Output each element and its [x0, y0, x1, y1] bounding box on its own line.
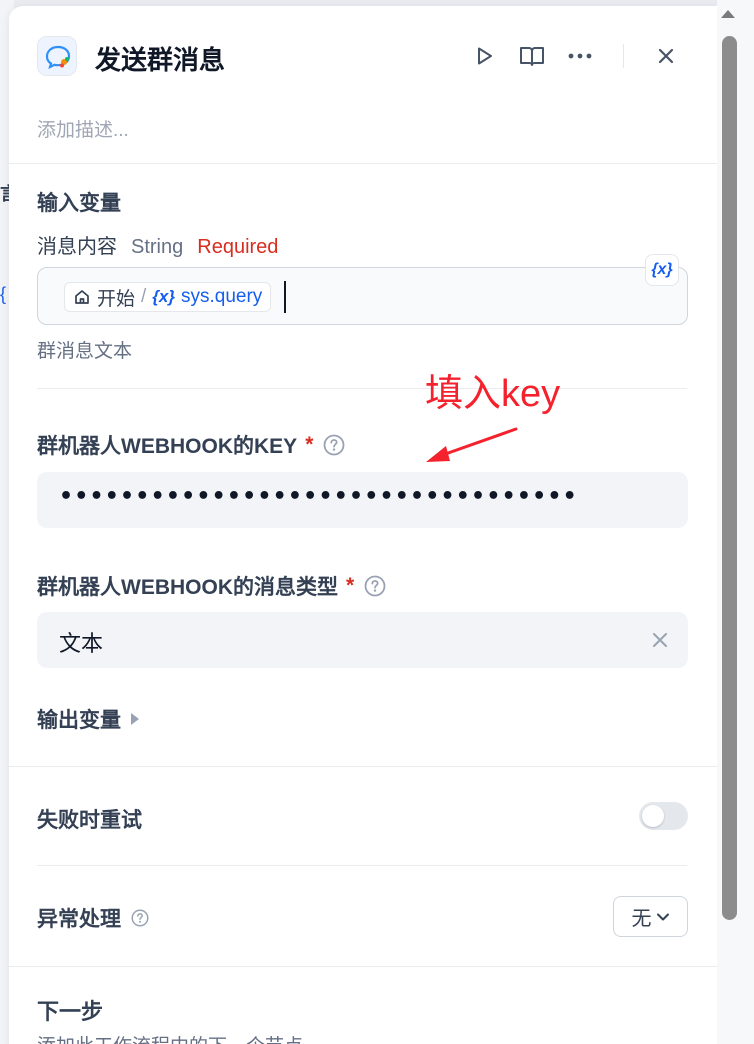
webhook-key-label-text: 群机器人WEBHOOK的KEY [37, 435, 298, 458]
variable-icon: {x} [152, 287, 175, 306]
caret-right-icon [131, 713, 139, 725]
insert-variable-button[interactable]: {x} [645, 254, 679, 286]
close-button[interactable] [652, 42, 680, 70]
chevron-down-icon [656, 913, 669, 920]
required-label: Required [197, 236, 279, 258]
book-open-icon [520, 47, 544, 66]
error-handling-label-text: 异常处理 [37, 908, 121, 931]
variable-input[interactable]: 开始 / {x} sys.query {x} [37, 254, 688, 325]
variable-name: 消息内容 [37, 236, 117, 258]
webhook-key-value: •••••••••••••••••••••••••••••••••• [59, 484, 578, 509]
message-type-label-text: 群机器人WEBHOOK的消息类型 [37, 576, 338, 599]
next-step-title: 下一步 [37, 999, 104, 1024]
more-horizontal-icon [568, 53, 592, 59]
required-mark: * [346, 574, 355, 597]
divider [9, 163, 717, 164]
background-fragment: { [0, 284, 7, 304]
next-step-description: 添加此工作流程中的下一个节点 [37, 1031, 303, 1044]
divider [37, 865, 687, 866]
variable-header: 消息内容 String Required [37, 230, 278, 259]
error-handling-select[interactable]: 无 [613, 896, 688, 937]
retry-label: 失败时重试 [37, 809, 142, 832]
help-icon[interactable] [131, 909, 149, 927]
variable-type: String [131, 236, 184, 258]
error-handling-label: 异常处理 [37, 903, 149, 933]
output-variables-title: 输出变量 [37, 709, 121, 732]
message-type-label: 群机器人WEBHOOK的消息类型 * [37, 571, 386, 601]
clear-icon[interactable] [650, 630, 670, 650]
message-type-value: 文本 [59, 631, 104, 656]
description-input[interactable]: 添加描述... [37, 115, 129, 142]
docs-button[interactable] [518, 42, 546, 70]
message-type-select[interactable]: 文本 [37, 612, 688, 668]
webhook-key-input[interactable]: •••••••••••••••••••••••••••••••••• [37, 472, 688, 528]
panel-header: 发送群消息 [37, 34, 687, 78]
chat-bubble-icon [37, 36, 77, 76]
output-variables-toggle[interactable]: 输出变量 [37, 704, 139, 734]
divider [37, 388, 687, 389]
retry-toggle[interactable] [639, 802, 688, 830]
home-icon [75, 290, 89, 304]
help-icon[interactable] [364, 575, 386, 597]
chip-variable-name: sys.query [180, 286, 263, 307]
chip-separator: / [141, 286, 147, 307]
panel-title: 发送群消息 [95, 45, 226, 75]
close-icon [658, 48, 674, 64]
required-mark: * [305, 433, 314, 456]
text-caret [284, 281, 286, 313]
variable-hint: 群消息文本 [37, 341, 133, 362]
webhook-key-label: 群机器人WEBHOOK的KEY * [37, 430, 345, 460]
annotation-arrow-icon [426, 427, 518, 462]
annotation-text: 填入key [425, 373, 561, 415]
input-variables-title: 输入变量 [37, 192, 121, 215]
play-icon [478, 47, 492, 65]
more-button[interactable] [566, 42, 594, 70]
divider [9, 966, 717, 967]
chip-node-name: 开始 [97, 288, 136, 310]
scroll-up-arrow-icon[interactable] [721, 10, 735, 18]
help-icon[interactable] [323, 434, 345, 456]
header-divider [623, 44, 624, 68]
scrollbar-thumb[interactable] [722, 36, 737, 920]
variable-chip[interactable]: 开始 / {x} sys.query [64, 282, 272, 312]
toggle-knob [642, 805, 664, 827]
divider [9, 766, 717, 767]
error-handling-value: 无 [631, 908, 652, 930]
node-config-panel: 发送群消息 添加描述... 输入变量 消息内容 String Required 开始… [9, 6, 717, 1044]
run-button[interactable] [470, 42, 498, 70]
